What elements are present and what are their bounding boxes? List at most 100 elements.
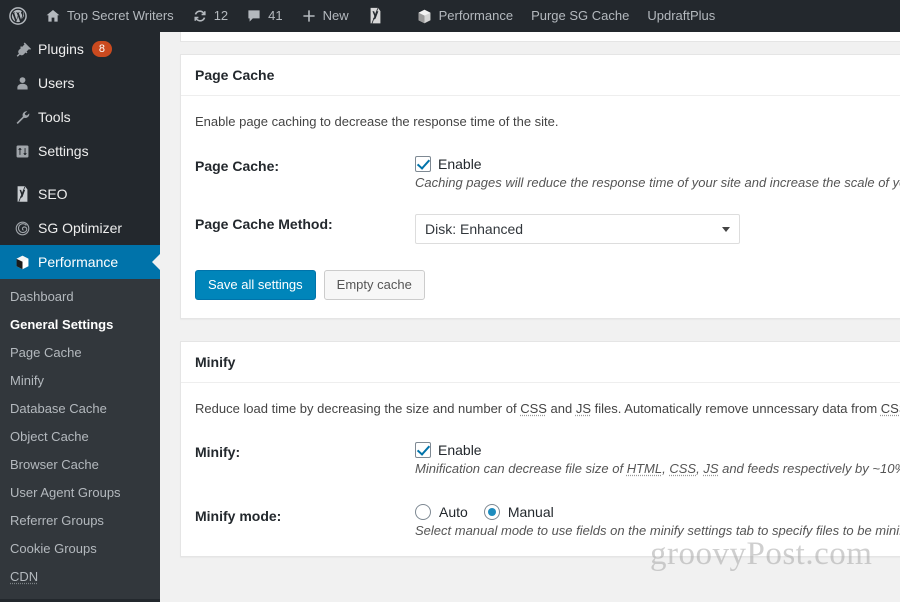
page-cache-enable-description: Caching pages will reduce the response t…	[415, 174, 900, 190]
sidebar-item-sg-optimizer-label: SG Optimizer	[38, 220, 123, 236]
adminbar-performance[interactable]: Performance	[407, 0, 522, 32]
home-icon	[45, 8, 61, 24]
adminbar-updraftplus[interactable]: UpdraftPlus	[638, 0, 724, 32]
users-icon	[8, 75, 36, 92]
minify-mode-auto-label: Auto	[439, 504, 468, 520]
submenu-item-object-cache[interactable]: Object Cache	[0, 423, 160, 451]
submenu-item-general-settings[interactable]: General Settings	[0, 311, 160, 339]
submenu-item-page-cache[interactable]: Page Cache	[0, 339, 160, 367]
page-cache-enable-label: Page Cache:	[195, 157, 280, 174]
yoast-seo-icon	[8, 185, 36, 203]
adminbar-purge-sg-cache-label: Purge SG Cache	[531, 8, 630, 23]
minify-mode-manual-label: Manual	[507, 504, 554, 520]
page-cache-method-row: Page Cache Method: Disk: Enhanced	[195, 213, 900, 244]
minify-intro-part1: Reduce load time by decreasing the size …	[195, 400, 521, 416]
minify-panel-title: Minify	[181, 342, 900, 383]
sidebar-item-performance-label: Performance	[38, 254, 119, 270]
minify-mode-label: Minify mode:	[195, 508, 282, 524]
sidebar-item-users-label: Users	[38, 75, 75, 91]
minify-intro-js-abbr: JS	[575, 400, 592, 416]
adminbar-site-name-label: Top Secret Writers	[67, 8, 174, 23]
adminbar-new-content[interactable]: New	[292, 0, 358, 32]
admin-sidebar-menu: Plugins 8 Users Tools Settings SEO SG Op…	[0, 32, 160, 602]
previous-panel-partial	[180, 32, 900, 42]
sidebar-item-seo[interactable]: SEO	[0, 177, 160, 211]
chevron-down-icon	[722, 226, 730, 232]
empty-cache-button[interactable]: Empty cache	[323, 269, 425, 300]
minify-enable-checkbox-label: Enable	[438, 442, 482, 458]
page-cache-button-row: Save all settings Empty cache	[195, 269, 900, 300]
page-cache-panel-title: Page Cache	[181, 55, 900, 96]
submenu-item-referrer-groups[interactable]: Referrer Groups	[0, 507, 160, 535]
content-area: Page Cache Enable page caching to decrea…	[160, 32, 900, 602]
minify-desc-js-abbr: JS	[703, 461, 719, 476]
settings-icon	[8, 143, 36, 160]
page-cache-method-select[interactable]: Disk: Enhanced	[415, 213, 740, 244]
adminbar-updates-count: 12	[213, 8, 229, 23]
performance-icon	[8, 254, 36, 271]
plugins-icon	[8, 41, 36, 58]
adminbar-comments[interactable]: 41	[237, 0, 291, 32]
plugins-update-badge: 8	[91, 41, 113, 57]
adminbar-updates[interactable]: 12	[183, 0, 237, 32]
performance-submenu: Dashboard General Settings Page Cache Mi…	[0, 279, 160, 599]
adminbar-new-label: New	[322, 8, 349, 23]
minify-intro-part3: files. Automatically remove unncessary d…	[591, 400, 881, 416]
minify-enable-description: Minification can decrease file size of H…	[415, 461, 900, 476]
minify-enable-label: Minify:	[195, 444, 241, 460]
w3-total-cache-icon	[416, 8, 433, 25]
sidebar-item-sg-optimizer[interactable]: SG Optimizer	[0, 211, 160, 245]
minify-intro-css-abbr: CSS	[520, 400, 547, 416]
admin-bar: Top Secret Writers 12 41 New Performance…	[0, 0, 900, 32]
adminbar-purge-sg-cache[interactable]: Purge SG Cache	[522, 0, 638, 32]
yoast-seo-icon	[367, 7, 384, 25]
minify-panel: Minify Reduce load time by decreasing th…	[180, 340, 900, 557]
sidebar-item-performance[interactable]: Performance	[0, 245, 160, 279]
page-cache-enable-row: Page Cache: Enable Caching pages will re…	[195, 155, 900, 190]
sidebar-item-users[interactable]: Users	[0, 66, 160, 100]
sidebar-item-seo-label: SEO	[38, 186, 68, 202]
adminbar-updraftplus-label: UpdraftPlus	[647, 8, 716, 23]
sidebar-item-tools[interactable]: Tools	[0, 100, 160, 134]
adminbar-performance-label: Performance	[438, 8, 514, 23]
adminbar-wordpress-logo[interactable]	[0, 0, 36, 32]
submenu-item-database-cache[interactable]: Database Cache	[0, 395, 160, 423]
save-all-settings-button[interactable]: Save all settings	[195, 269, 316, 300]
minify-intro-text: Reduce load time by decreasing the size …	[195, 399, 900, 419]
minify-mode-radio-group: Auto Manual	[415, 504, 900, 520]
submenu-item-minify[interactable]: Minify	[0, 367, 160, 395]
adminbar-site-name[interactable]: Top Secret Writers	[36, 0, 183, 32]
panel-gap	[160, 319, 900, 341]
sidebar-item-plugins-label: Plugins	[38, 41, 84, 57]
minify-mode-description: Select manual mode to use fields on the …	[415, 523, 900, 538]
adminbar-yoast-seo[interactable]	[358, 0, 393, 32]
page-cache-panel: Page Cache Enable page caching to decrea…	[180, 54, 900, 319]
sidebar-separator	[0, 168, 160, 177]
page-cache-method-label: Page Cache Method:	[195, 215, 333, 232]
update-icon	[192, 8, 208, 24]
sg-optimizer-icon	[8, 220, 36, 237]
wordpress-logo-icon	[9, 7, 27, 25]
minify-desc-html-abbr: HTML	[626, 461, 663, 476]
submenu-item-user-agent-groups[interactable]: User Agent Groups	[0, 479, 160, 507]
minify-enable-checkbox[interactable]	[415, 442, 431, 458]
sidebar-item-tools-label: Tools	[38, 109, 71, 125]
submenu-item-browser-cache[interactable]: Browser Cache	[0, 451, 160, 479]
submenu-item-cdn[interactable]: CDN	[0, 563, 160, 591]
tools-icon	[8, 109, 36, 126]
minify-desc-part1: Minification can decrease file size of	[415, 461, 627, 476]
submenu-item-cookie-groups[interactable]: Cookie Groups	[0, 535, 160, 563]
minify-mode-manual-radio[interactable]	[483, 504, 500, 520]
page-cache-enable-checkbox-label: Enable	[438, 155, 482, 172]
sidebar-item-plugins[interactable]: Plugins 8	[0, 32, 160, 66]
page-cache-intro-text: Enable page caching to decrease the resp…	[195, 114, 559, 129]
comment-bubble-icon	[246, 8, 262, 24]
submenu-item-dashboard[interactable]: Dashboard	[0, 283, 160, 311]
minify-mode-auto-radio[interactable]	[415, 504, 431, 520]
minify-desc-css-abbr: CSS	[669, 461, 697, 476]
page-cache-enable-checkbox[interactable]	[415, 155, 431, 172]
sidebar-item-settings[interactable]: Settings	[0, 134, 160, 168]
minify-intro-css2-abbr: CSS	[880, 400, 900, 416]
sidebar-item-settings-label: Settings	[38, 143, 89, 159]
adminbar-comments-count: 41	[268, 8, 283, 23]
